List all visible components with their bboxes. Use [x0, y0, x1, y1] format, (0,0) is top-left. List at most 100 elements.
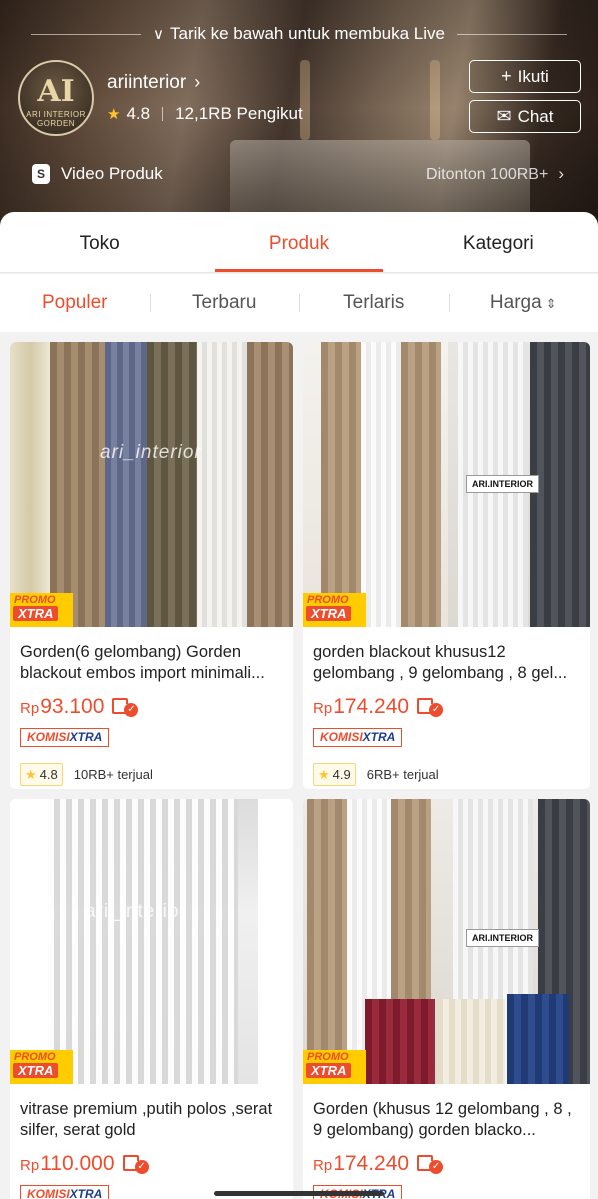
follow-button[interactable]: + Ikuti	[469, 60, 581, 93]
price-currency: Rp	[313, 700, 333, 717]
promo-xtra-badge: PROMO XTRA	[10, 1050, 73, 1084]
shop-name: ariinterior	[107, 72, 187, 93]
komisi-xtra-badge: KOMISIXTRA	[20, 1185, 110, 1199]
shop-avatar[interactable]: AI ARI INTERIOR GORDEN	[18, 60, 94, 136]
star-icon: ★	[25, 767, 37, 782]
pull-to-live-hint[interactable]: ∨ Tarik ke bawah untuk membuka Live	[0, 24, 598, 44]
pull-hint-text: Tarik ke bawah untuk membuka Live	[170, 24, 445, 43]
product-title: gorden blackout khusus12 gelombang , 9 g…	[313, 643, 568, 682]
rating-badge: ★ 4.8	[20, 763, 63, 786]
video-icon: S	[32, 164, 50, 184]
sold-count: 10RB+ terjual	[73, 767, 153, 782]
product-title: Gorden (khusus 12 gelombang , 8 , 9 gelo…	[313, 1100, 572, 1139]
promo-label: PROMO	[307, 1051, 349, 1063]
home-indicator[interactable]	[214, 1191, 384, 1196]
rating-badge: ★ 4.9	[313, 763, 356, 786]
product-price: 174.240	[333, 1152, 410, 1175]
xtra-label: XTRA	[306, 1063, 352, 1078]
sort-terlaris[interactable]: Terlaris	[299, 292, 449, 314]
price-currency: Rp	[20, 700, 40, 717]
chevron-right-icon: ›	[558, 164, 564, 183]
sort-label: Populer	[42, 292, 108, 313]
xtra-label: XTRA	[13, 606, 59, 621]
sort-populer[interactable]: Populer	[0, 292, 150, 314]
views-label: Ditonton 100RB+	[426, 166, 549, 183]
tab-produk[interactable]: Produk	[199, 212, 398, 272]
sort-bar: Populer Terbaru Terlaris Harga ⇕	[0, 274, 598, 332]
stats-separator	[162, 107, 164, 121]
komisi-label: KOMISI	[27, 730, 70, 744]
product-card[interactable]: ARI.INTERIOR PROMO XTRA Gorden (khusus 1…	[303, 799, 590, 1199]
product-card[interactable]: ari_interior PROMO XTRA Gorden(6 gelomba…	[10, 342, 293, 789]
follower-count: 12,1RB Pengikut	[175, 104, 303, 123]
cod-icon: ✓	[122, 1154, 149, 1174]
price-row: Rp 174.240 ✓	[313, 695, 580, 719]
tab-kategori[interactable]: Kategori	[399, 212, 598, 272]
shop-name-link[interactable]: ariinterior ›	[107, 72, 200, 94]
xtra-label: XTRA	[69, 1187, 103, 1199]
logo-subtext: GORDEN	[36, 119, 76, 128]
price-row: Rp 174.240 ✓	[313, 1152, 580, 1176]
shop-rating: 4.8	[126, 104, 151, 123]
sort-label: Harga	[489, 292, 542, 313]
sort-label: Terbaru	[192, 292, 257, 313]
chevron-right-icon: ›	[194, 72, 201, 92]
cod-icon: ✓	[417, 697, 444, 717]
product-rating: 4.9	[332, 767, 351, 782]
product-rating: 4.8	[39, 767, 58, 782]
promo-label: PROMO	[14, 1051, 56, 1063]
shop-tabs: Toko Produk Kategori	[0, 212, 598, 273]
xtra-label: XTRA	[306, 606, 352, 621]
sold-count: 6RB+ terjual	[366, 767, 439, 782]
product-meta: ★ 4.8 10RB+ terjual	[20, 763, 283, 786]
price-currency: Rp	[313, 1157, 333, 1174]
product-image: ari_interior PROMO XTRA	[10, 799, 293, 1084]
komisi-label: KOMISI	[27, 1187, 70, 1199]
komisi-label: KOMISI	[320, 730, 363, 744]
divider-line	[456, 34, 567, 36]
logo-text: ARI INTERIOR	[26, 110, 86, 119]
product-image: ARI.INTERIOR PROMO XTRA	[303, 342, 590, 627]
shop-stats: ★ 4.8 12,1RB Pengikut	[107, 104, 303, 124]
video-label: Video Produk	[61, 164, 163, 183]
chevron-down-icon: ∨	[153, 26, 164, 43]
product-title: vitrase premium ,putih polos ,serat silf…	[20, 1100, 273, 1139]
promo-xtra-badge: PROMO XTRA	[303, 593, 366, 627]
chat-icon: ✉	[496, 106, 512, 126]
promo-xtra-badge: PROMO XTRA	[10, 593, 73, 627]
komisi-xtra-badge: KOMISIXTRA	[313, 728, 403, 747]
star-icon: ★	[107, 106, 121, 123]
product-grid: ari_interior PROMO XTRA Gorden(6 gelomba…	[10, 342, 590, 1199]
image-watermark: ari_interior	[100, 442, 202, 463]
sort-terbaru[interactable]: Terbaru	[149, 292, 300, 314]
video-product-link[interactable]: S Video Produk	[32, 164, 163, 184]
chat-button[interactable]: ✉ Chat	[469, 100, 581, 133]
image-watermark: ARI.INTERIOR	[466, 475, 540, 493]
plus-icon: +	[501, 66, 512, 86]
cod-icon: ✓	[417, 1154, 444, 1174]
xtra-label: XTRA	[69, 730, 103, 744]
product-card[interactable]: ari_interior PROMO XTRA vitrase premium …	[10, 799, 293, 1199]
promo-label: PROMO	[14, 594, 56, 606]
price-row: Rp 110.000 ✓	[20, 1152, 283, 1176]
promo-xtra-badge: PROMO XTRA	[303, 1050, 366, 1084]
image-watermark: ari_interior	[85, 901, 187, 922]
sort-label: Terlaris	[343, 292, 405, 313]
komisi-xtra-badge: KOMISIXTRA	[20, 728, 110, 747]
promo-label: PROMO	[307, 594, 349, 606]
xtra-label: XTRA	[13, 1063, 59, 1078]
sort-harga[interactable]: Harga ⇕	[448, 292, 598, 314]
product-price: 93.100	[40, 695, 105, 718]
follow-label: Ikuti	[517, 66, 549, 86]
views-link[interactable]: Ditonton 100RB+ ›	[426, 164, 564, 184]
divider-line	[31, 34, 142, 36]
product-price: 110.000	[40, 1152, 115, 1175]
xtra-label: XTRA	[362, 730, 396, 744]
price-currency: Rp	[20, 1157, 40, 1174]
tab-toko[interactable]: Toko	[0, 212, 199, 272]
product-price: 174.240	[333, 695, 410, 718]
product-card[interactable]: ARI.INTERIOR PROMO XTRA gorden blackout …	[303, 342, 590, 789]
product-image: ari_interior PROMO XTRA	[10, 342, 293, 627]
shop-header: ∨ Tarik ke bawah untuk membuka Live AI AR…	[0, 0, 598, 240]
sort-toggle-icon: ⇕	[545, 296, 557, 311]
